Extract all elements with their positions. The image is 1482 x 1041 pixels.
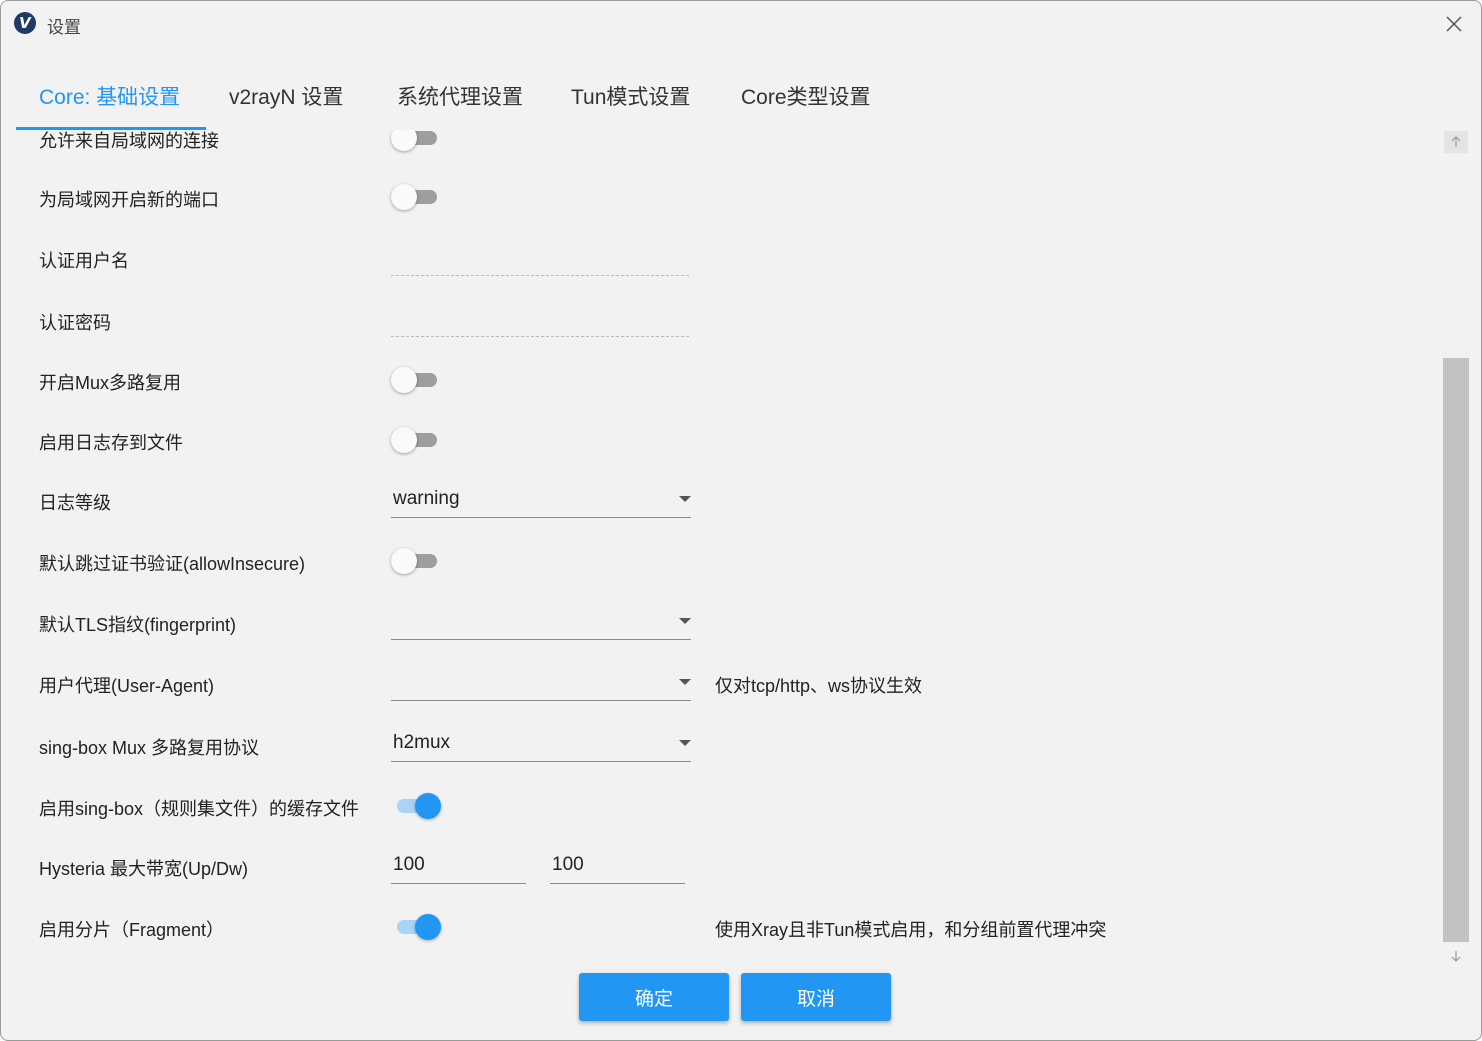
setting-row-allow-insecure: 默认跳过证书验证(allowInsecure) <box>1 545 1441 585</box>
allow-lan-toggle[interactable] <box>391 130 441 152</box>
setting-row-singbox-cache: 启用sing-box（规则集文件）的缓存文件 <box>1 790 1441 830</box>
setting-row-auth-pass: 认证密码 <box>1 304 1441 344</box>
setting-row-hysteria-bandwidth: Hysteria 最大带宽(Up/Dw) 100 100 <box>1 850 1441 890</box>
singbox-cache-toggle[interactable] <box>391 790 441 820</box>
setting-row-auth-user: 认证用户名 <box>1 242 1441 282</box>
setting-label: 为局域网开启新的端口 <box>39 190 219 210</box>
mux-toggle[interactable] <box>391 364 441 394</box>
tls-fingerprint-select[interactable] <box>391 606 691 640</box>
ok-button[interactable]: 确定 <box>579 973 729 1021</box>
allow-insecure-toggle[interactable] <box>391 545 441 575</box>
setting-label: 启用日志存到文件 <box>39 433 183 453</box>
chevron-down-icon <box>679 496 691 502</box>
setting-label: 用户代理(User-Agent) <box>39 676 215 696</box>
setting-label: sing-box Mux 多路复用协议 <box>39 738 260 758</box>
fragment-toggle[interactable] <box>391 911 441 941</box>
scrollbar-thumb[interactable] <box>1443 358 1469 942</box>
arrow-up-icon <box>1451 136 1461 147</box>
setting-row-new-lan-port: 为局域网开启新的端口 <box>1 181 1441 221</box>
tab-core-type[interactable]: Core类型设置 <box>741 81 871 111</box>
setting-label: 开启Mux多路复用 <box>39 373 182 393</box>
setting-row-allow-lan: 允许来自局域网的连接 <box>1 130 1441 162</box>
tab-tun-mode[interactable]: Tun模式设置 <box>571 81 690 111</box>
tab-system-proxy[interactable]: 系统代理设置 <box>397 81 523 111</box>
log-level-select[interactable]: warning <box>391 484 691 518</box>
user-agent-select[interactable] <box>391 667 691 701</box>
chevron-down-icon <box>679 679 691 685</box>
setting-label: 日志等级 <box>39 493 111 513</box>
setting-row-user-agent: 用户代理(User-Agent) 仅对tcp/http、ws协议生效 <box>1 667 1441 707</box>
scroll-up-button[interactable] <box>1444 131 1468 153</box>
settings-panel: 允许来自局域网的连接 为局域网开启新的端口 认证用户名 认证密码 开启Mux多路… <box>1 130 1441 960</box>
setting-row-tls-fingerprint: 默认TLS指纹(fingerprint) <box>1 606 1441 646</box>
setting-label: 认证用户名 <box>39 251 129 271</box>
setting-row-singbox-mux: sing-box Mux 多路复用协议 h2mux <box>1 728 1441 768</box>
vertical-scrollbar[interactable] <box>1442 131 1470 967</box>
active-tab-indicator <box>16 127 206 130</box>
fragment-note: 使用Xray且非Tun模式启用，和分组前置代理冲突 <box>715 920 1107 940</box>
cancel-button[interactable]: 取消 <box>741 973 891 1021</box>
settings-window: V 设置 Core: 基础设置 v2rayN 设置 系统代理设置 Tun模式设置… <box>0 0 1482 1041</box>
setting-row-fragment: 启用分片（Fragment） 使用Xray且非Tun模式启用，和分组前置代理冲突 <box>1 911 1441 951</box>
hysteria-up-input[interactable]: 100 <box>391 850 526 884</box>
tab-core-basic[interactable]: Core: 基础设置 <box>39 81 180 111</box>
setting-label: 启用sing-box（规则集文件）的缓存文件 <box>39 799 360 819</box>
close-button[interactable] <box>1441 11 1467 37</box>
chevron-down-icon <box>679 740 691 746</box>
log-file-toggle[interactable] <box>391 424 441 454</box>
singbox-mux-select[interactable]: h2mux <box>391 728 691 762</box>
hysteria-down-input[interactable]: 100 <box>550 850 685 884</box>
tab-bar: Core: 基础设置 v2rayN 设置 系统代理设置 Tun模式设置 Core… <box>16 71 1481 131</box>
user-agent-note: 仅对tcp/http、ws协议生效 <box>715 676 923 696</box>
auth-username-input[interactable] <box>391 246 689 276</box>
select-value: h2mux <box>393 732 451 753</box>
setting-row-log-level: 日志等级 warning <box>1 484 1441 524</box>
setting-label: 启用分片（Fragment） <box>39 920 225 940</box>
setting-row-log-file: 启用日志存到文件 <box>1 424 1441 464</box>
v2rayn-logo-icon: V <box>14 12 36 34</box>
close-icon <box>1446 16 1462 32</box>
new-lan-port-toggle[interactable] <box>391 181 441 211</box>
select-value: warning <box>393 488 460 509</box>
setting-label: 默认TLS指纹(fingerprint) <box>39 615 237 635</box>
chevron-down-icon <box>679 618 691 624</box>
arrow-down-icon <box>1451 951 1461 962</box>
setting-label: Hysteria 最大带宽(Up/Dw) <box>39 859 249 879</box>
window-title: 设置 <box>47 18 81 37</box>
setting-label: 认证密码 <box>39 313 111 333</box>
setting-label: 允许来自局域网的连接 <box>39 131 219 151</box>
setting-row-mux: 开启Mux多路复用 <box>1 364 1441 404</box>
scroll-down-button[interactable] <box>1444 945 1468 967</box>
title-bar: V 设置 <box>1 1 1481 47</box>
auth-password-input[interactable] <box>391 307 689 337</box>
setting-label: 默认跳过证书验证(allowInsecure) <box>39 554 306 574</box>
tab-v2rayn[interactable]: v2rayN 设置 <box>229 81 343 111</box>
